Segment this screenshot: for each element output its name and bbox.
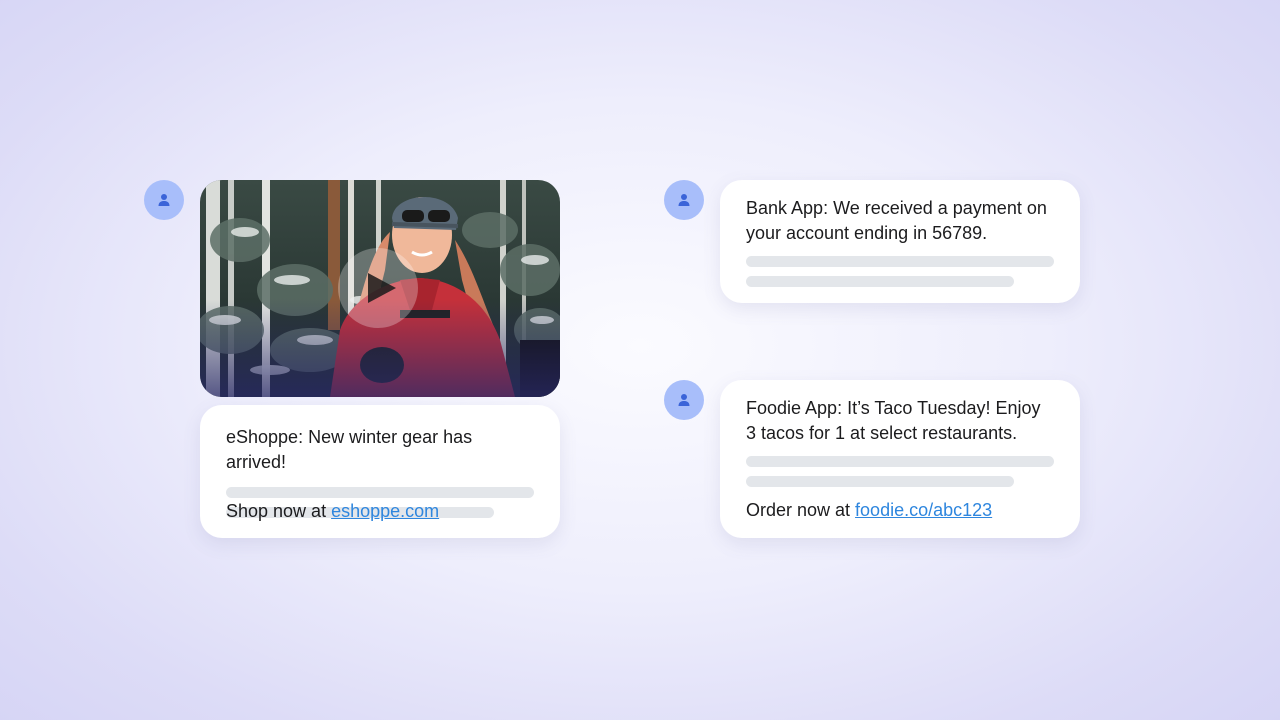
message-card-eshoppe[interactable]: eShoppe: New winter gear has arrived! Sh… — [200, 405, 560, 538]
sender-avatar — [664, 180, 704, 220]
user-icon — [678, 394, 690, 406]
message-text: Foodie App: It’s Taco Tuesday! Enjoy 3 t… — [746, 398, 1041, 443]
placeholder-line — [226, 487, 534, 498]
placeholder-line — [746, 476, 1014, 487]
sender-avatar — [144, 180, 184, 220]
sender-avatar — [664, 380, 704, 420]
user-icon — [158, 194, 170, 206]
message-card-foodie[interactable]: Foodie App: It’s Taco Tuesday! Enjoy 3 t… — [720, 380, 1080, 538]
user-icon — [678, 194, 690, 206]
video-thumbnail[interactable] — [200, 180, 560, 397]
cta-prefix: Shop now at — [226, 501, 332, 521]
message-text: Bank App: We received a payment on your … — [746, 198, 1047, 243]
play-button[interactable] — [338, 248, 418, 328]
order-link[interactable]: foodie.co/abc123 — [855, 500, 992, 520]
cta-line: Order now at foodie.co/abc123 — [746, 498, 992, 522]
play-icon — [368, 273, 396, 303]
message-text: eShoppe: New winter gear has arrived! — [226, 427, 473, 472]
placeholder-line — [746, 276, 1014, 287]
cta-prefix: Order now at — [746, 500, 856, 520]
cta-line: Shop now at eshoppe.com — [226, 499, 439, 523]
message-card-bank[interactable]: Bank App: We received a payment on your … — [720, 180, 1080, 303]
placeholder-line — [746, 456, 1054, 467]
placeholder-line — [746, 256, 1054, 267]
shop-link[interactable]: eshoppe.com — [331, 501, 439, 521]
